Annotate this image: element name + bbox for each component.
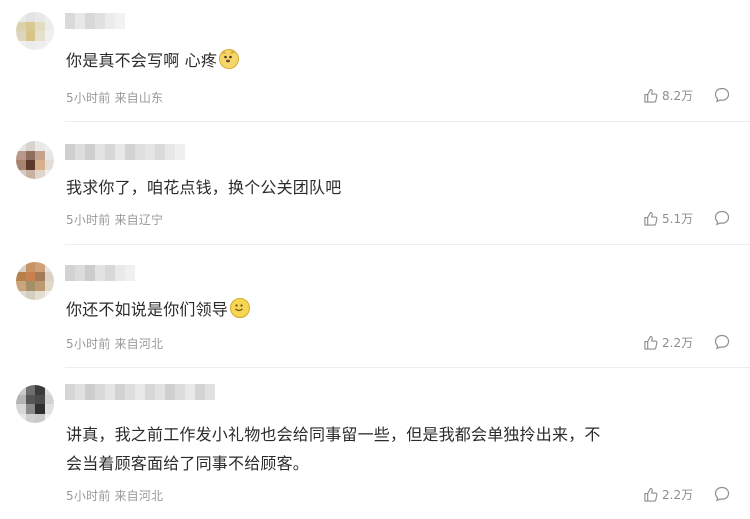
like-count: 8.2万 (662, 89, 694, 103)
comment-meta: 5小时前 来自辽宁 (66, 213, 164, 227)
thumbs-up-icon (644, 335, 658, 350)
username-blurred[interactable] (65, 265, 135, 281)
like-button[interactable]: 2.2万 (643, 334, 693, 351)
username-blurred[interactable] (65, 384, 215, 400)
comment-text: 我求你了，咱花点钱，换个公关团队吧 (66, 178, 342, 197)
comment-bubble-icon[interactable] (714, 210, 730, 226)
comment-item: 你还不如说是你们领导 5小时前 来自河北 2.2万 (0, 245, 750, 367)
like-button[interactable]: 8.2万 (643, 87, 693, 104)
comment-item: 我求你了，咱花点钱，换个公关团队吧 5小时前 来自辽宁 5.1万 (0, 122, 750, 244)
thumbs-up-icon (644, 487, 658, 502)
username-blurred[interactable] (65, 144, 185, 160)
comment-meta: 5小时前 来自河北 (66, 489, 164, 503)
like-count: 2.2万 (662, 336, 694, 350)
comment-text: 你是真不会写啊 心疼 (66, 46, 736, 75)
thumbs-up-icon (644, 211, 658, 226)
dog-face-emoji (219, 49, 240, 69)
comment-text: 你还不如说是你们领导 (66, 295, 736, 324)
comment-bubble-icon[interactable] (714, 486, 730, 502)
comment-meta: 5小时前 来自山东 (66, 91, 164, 105)
smile-emoji (230, 298, 251, 318)
like-button[interactable]: 2.2万 (643, 486, 693, 503)
like-button[interactable]: 5.1万 (643, 210, 693, 227)
comment-item: 你是真不会写啊 心疼 5小时前 来自山东 8.2万 (0, 0, 750, 121)
comment-item: 讲真，我之前工作发小礼物也会给同事留一些，但是我都会单独拎出来，不 会当着顾客面… (0, 368, 750, 519)
like-count: 2.2万 (662, 488, 694, 502)
avatar[interactable] (16, 262, 54, 300)
comment-meta: 5小时前 来自河北 (66, 337, 164, 351)
comment-text: 讲真，我之前工作发小礼物也会给同事留一些，但是我都会单独拎出来，不 会当着顾客面… (66, 425, 601, 473)
username-blurred[interactable] (65, 13, 125, 29)
comment-bubble-icon[interactable] (714, 334, 730, 350)
avatar[interactable] (16, 141, 54, 179)
comment-bubble-icon[interactable] (714, 87, 730, 103)
like-count: 5.1万 (662, 212, 694, 226)
avatar[interactable] (16, 12, 54, 50)
thumbs-up-icon (644, 88, 658, 103)
avatar[interactable] (16, 385, 54, 423)
